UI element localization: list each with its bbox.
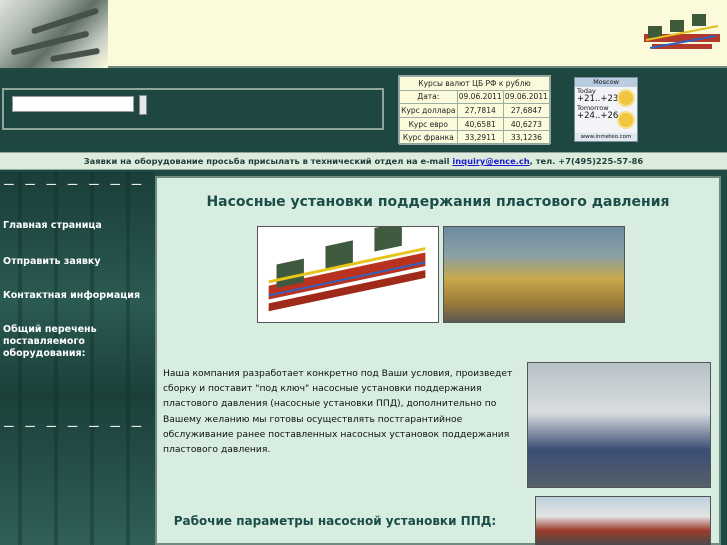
currency-value: 09.06.2011 (502, 89, 551, 105)
search-input[interactable] (12, 96, 134, 112)
table-row: Курс доллара 27,7814 27,6847 (399, 103, 551, 118)
currency-rates-widget: Курсы валют ЦБ РФ к рублю Дата: 09.06.20… (398, 75, 551, 145)
sidebar-divider: — — — — — — — (4, 416, 143, 435)
notice-text: Заявки на оборудование просьба присылать… (83, 156, 450, 166)
currency-row-label: Курс доллара (399, 103, 458, 118)
pump-station-photo (443, 226, 625, 323)
notice-phone: , тел. +7(495)225-57-86 (529, 156, 644, 166)
currency-value: 27,7814 (456, 103, 504, 118)
search-button[interactable] (139, 95, 147, 115)
pump-unit-render-image (257, 226, 439, 323)
weather-widget[interactable]: Moscow Today +21..+23 Tomorrow +24..+26 … (574, 77, 638, 142)
pump-equipment-photo (527, 362, 711, 488)
sidebar-item-equipment-list[interactable]: Общий перечень поставляемого оборудовани… (3, 324, 113, 360)
table-row: Курс евро 40,6581 40,6273 (399, 116, 551, 132)
sidebar-divider: — — — — — — — (4, 174, 143, 193)
sidebar-item-contacts[interactable]: Контактная информация (3, 290, 140, 302)
header-industrial-image (0, 0, 108, 68)
email-link[interactable]: inquiry@ence.ch (452, 156, 529, 166)
currency-value: 40,6273 (502, 116, 551, 132)
search-panel (2, 88, 384, 130)
main-content: Насосные установки поддержания пластовог… (155, 176, 721, 545)
currency-value: 27,6847 (502, 103, 551, 118)
header-pump-unit-image (644, 14, 720, 49)
sidebar: — — — — — — — Главная страница Отправить… (0, 172, 155, 545)
sidebar-item-send-request[interactable]: Отправить заявку (3, 256, 101, 268)
currency-value: 33,2911 (456, 130, 504, 145)
sidebar-item-home[interactable]: Главная страница (3, 220, 102, 232)
header (0, 0, 727, 68)
section-heading: Рабочие параметры насосной установки ППД… (173, 514, 497, 528)
pump-installation-photo (535, 496, 711, 545)
currency-row-label: Курс франка (399, 130, 458, 145)
notice-bar: Заявки на оборудование просьба присылать… (0, 152, 727, 170)
currency-value: 09.06.2011 (456, 89, 504, 105)
currency-value: 33,1236 (502, 130, 551, 145)
currency-caption: Курсы валют ЦБ РФ к рублю (399, 76, 550, 91)
currency-value: 40,6581 (456, 116, 504, 132)
sun-cloud-icon (619, 91, 633, 105)
page-title: Насосные установки поддержания пластовог… (206, 194, 670, 210)
table-row: Курс франка 33,2911 33,1236 (399, 130, 551, 145)
description-text: Наша компания разработает конкретно под … (163, 368, 513, 456)
weather-city: Moscow (575, 78, 637, 87)
currency-row-label: Дата: (399, 89, 458, 105)
weather-source-link[interactable]: www.inmeteo.com (575, 133, 637, 141)
table-row: Дата: 09.06.2011 09.06.2011 (399, 89, 551, 105)
currency-row-label: Курс евро (399, 116, 458, 132)
sun-cloud-icon (619, 113, 633, 127)
